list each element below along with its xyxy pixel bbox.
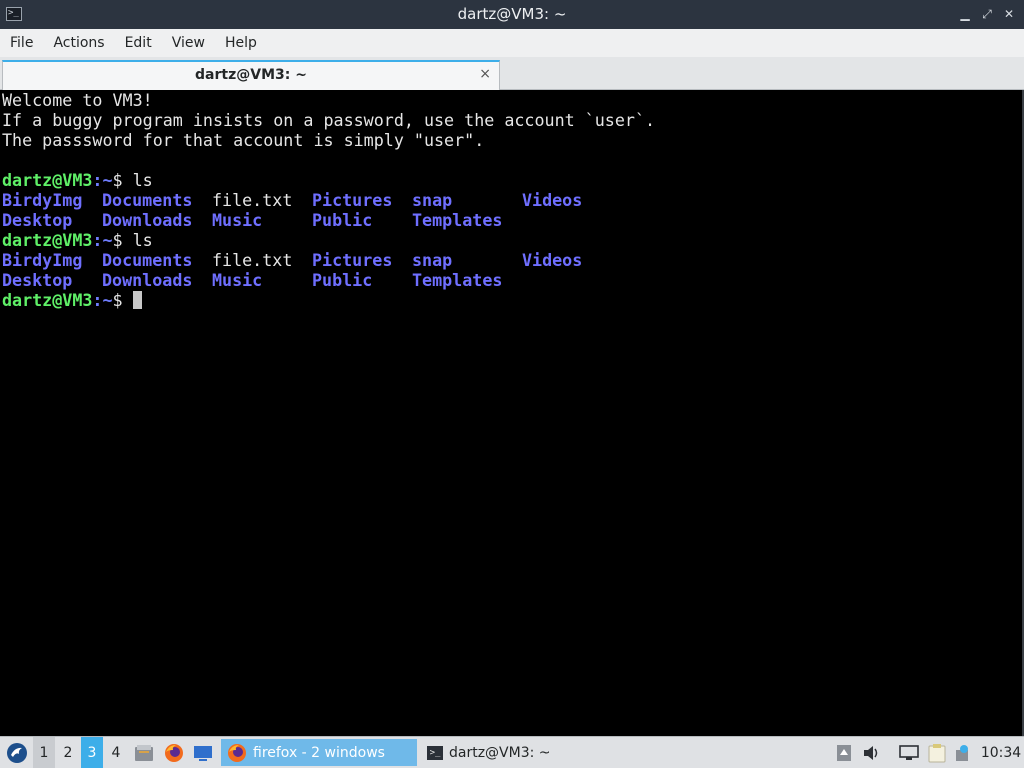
- ls-entry-dir: Public: [312, 270, 373, 290]
- motd-line: The passsword for that account is simply…: [2, 130, 485, 150]
- command-text: ls: [132, 170, 153, 190]
- ls-entry-dir: Music: [212, 270, 263, 290]
- file-manager-icon[interactable]: [133, 737, 155, 768]
- prompt-path: :~: [92, 290, 113, 310]
- motd-line: If a buggy program insists on a password…: [2, 110, 656, 130]
- ls-entry-dir: Desktop: [2, 210, 73, 230]
- ls-output-row: BirdyImg Documents file.txt Pictures sna…: [2, 250, 1022, 270]
- ls-entry-dir: Downloads: [102, 210, 193, 230]
- prompt-line: dartz@VM3:~$: [2, 290, 1022, 310]
- volume-icon[interactable]: [862, 737, 882, 768]
- text-cursor: [132, 291, 142, 309]
- task-firefox[interactable]: firefox - 2 windows: [221, 739, 417, 766]
- menu-help[interactable]: Help: [215, 29, 267, 57]
- workspace-1[interactable]: 1: [33, 737, 55, 768]
- workspace-3[interactable]: 3: [81, 737, 103, 768]
- ls-output-row: Desktop Downloads Music Public Templates: [2, 210, 1022, 230]
- prompt-line: dartz@VM3:~$ ls: [2, 170, 1022, 190]
- prompt-path: :~: [92, 230, 113, 250]
- firefox-icon[interactable]: [163, 737, 185, 768]
- menu-edit[interactable]: Edit: [115, 29, 162, 57]
- menu-file[interactable]: File: [0, 29, 43, 57]
- close-icon[interactable]: ✕: [1002, 6, 1016, 22]
- terminal-output[interactable]: Welcome to VM3! If a buggy program insis…: [2, 90, 1024, 736]
- ls-entry-dir: Music: [212, 210, 263, 230]
- tab-terminal[interactable]: dartz@VM3: ~ ×: [2, 60, 500, 90]
- motd-line: Welcome to VM3!: [2, 90, 153, 110]
- restore-icon[interactable]: ⤢: [980, 6, 994, 22]
- tab-label: dartz@VM3: ~: [195, 67, 307, 83]
- ls-entry-dir: BirdyImg: [2, 190, 83, 210]
- ls-entry-dir: Desktop: [2, 270, 73, 290]
- ls-entry-dir: snap: [412, 190, 453, 210]
- menu-bar: File Actions Edit View Help: [0, 29, 1024, 57]
- ls-entry-dir: Documents: [102, 250, 193, 270]
- ls-entry-dir: Documents: [102, 190, 193, 210]
- desktop-icon[interactable]: [192, 737, 214, 768]
- task-label: firefox - 2 windows: [253, 744, 385, 761]
- terminal-icon: >_: [427, 745, 443, 760]
- window-title: dartz@VM3: ~: [457, 5, 567, 23]
- command-text: ls: [132, 230, 153, 250]
- task-label: dartz@VM3: ~: [449, 744, 551, 761]
- prompt-symbol: $: [112, 230, 133, 250]
- prompt-line: dartz@VM3:~$ ls: [2, 230, 1022, 250]
- prompt-user: dartz@VM3: [2, 290, 93, 310]
- clipboard-icon[interactable]: [926, 737, 948, 768]
- minimize-icon[interactable]: ▁: [958, 6, 972, 22]
- tab-bar: dartz@VM3: ~ ×: [0, 57, 1024, 90]
- ls-entry-dir: Pictures: [312, 250, 393, 270]
- prompt-symbol: $: [112, 290, 133, 310]
- prompt-user: dartz@VM3: [2, 230, 93, 250]
- menu-actions[interactable]: Actions: [43, 29, 114, 57]
- menu-view[interactable]: View: [162, 29, 215, 57]
- prompt-path: :~: [92, 170, 113, 190]
- task-terminal[interactable]: >_ dartz@VM3: ~: [421, 739, 617, 766]
- network-icon[interactable]: [898, 737, 920, 768]
- ls-entry-file: file.txt: [212, 190, 293, 210]
- notifications-icon[interactable]: [834, 737, 854, 768]
- update-notifier-icon[interactable]: [952, 737, 972, 768]
- start-menu-icon[interactable]: [4, 737, 30, 768]
- ls-entry-dir: BirdyImg: [2, 250, 83, 270]
- ls-entry-dir: Templates: [412, 270, 503, 290]
- workspace-4[interactable]: 4: [105, 737, 127, 768]
- tab-close-icon[interactable]: ×: [479, 64, 491, 84]
- workspace-2[interactable]: 2: [57, 737, 79, 768]
- prompt-symbol: $: [112, 170, 133, 190]
- ls-entry-dir: Public: [312, 210, 373, 230]
- ls-entry-file: file.txt: [212, 250, 293, 270]
- ls-entry-dir: Templates: [412, 210, 503, 230]
- taskbar: 1 2 3 4 firefox - 2 windows >_ dartz@VM3…: [0, 736, 1024, 768]
- ls-output-row: BirdyImg Documents file.txt Pictures sna…: [2, 190, 1022, 210]
- ls-entry-dir: Videos: [522, 250, 583, 270]
- ls-entry-dir: Pictures: [312, 190, 393, 210]
- ls-output-row: Desktop Downloads Music Public Templates: [2, 270, 1022, 290]
- title-bar: >_ dartz@VM3: ~ ▁ ⤢ ✕: [0, 0, 1024, 29]
- ls-entry-dir: Videos: [522, 190, 583, 210]
- firefox-icon: [228, 743, 246, 762]
- clock[interactable]: 10:34: [980, 737, 1022, 768]
- prompt-user: dartz@VM3: [2, 170, 93, 190]
- ls-entry-dir: snap: [412, 250, 453, 270]
- ls-entry-dir: Downloads: [102, 270, 193, 290]
